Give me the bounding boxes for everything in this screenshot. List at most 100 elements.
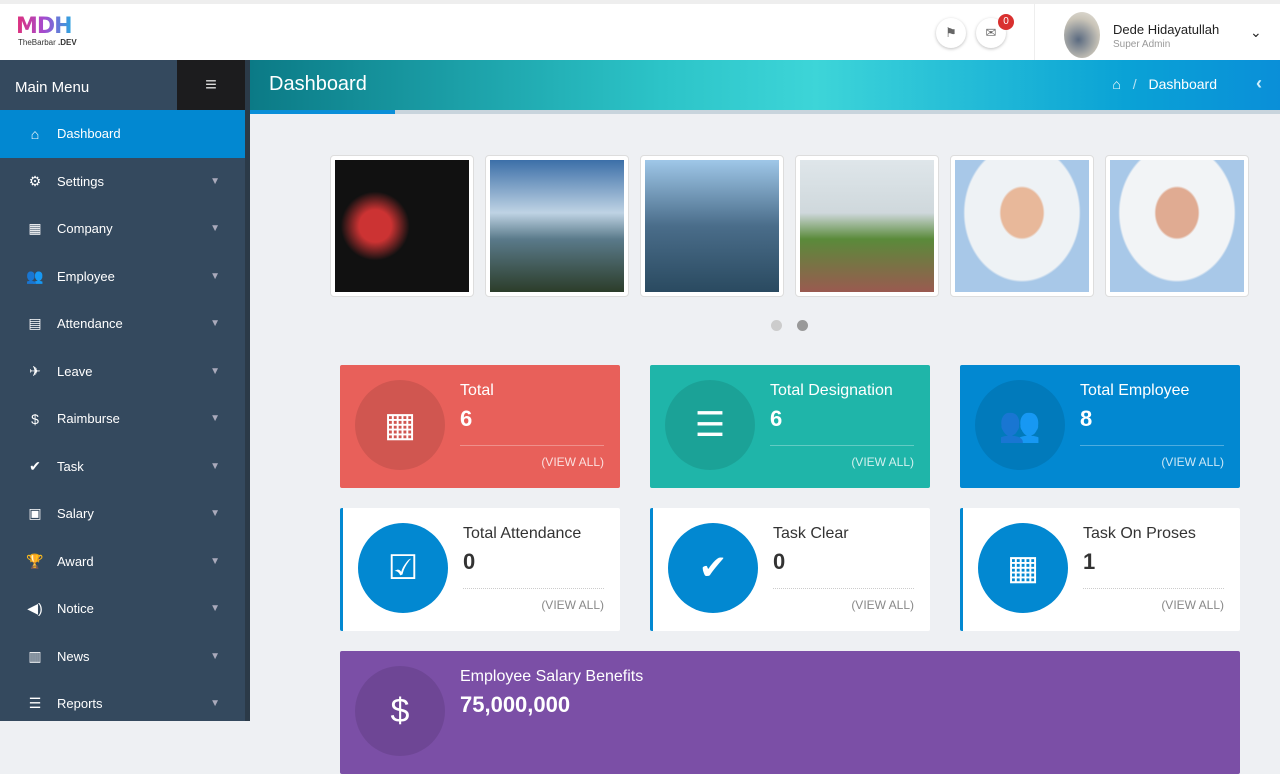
- page-title: Dashboard: [269, 73, 367, 95]
- chevron-down-icon: ▼: [210, 223, 220, 235]
- sidebar-item-label: Award: [57, 553, 94, 569]
- view-all-link[interactable]: (VIEW ALL): [851, 598, 914, 612]
- sidebar-item-salary[interactable]: ▣ Salary ▼: [0, 490, 245, 538]
- brand-logo[interactable]: MDH TheBarbar .DEV: [16, 14, 96, 50]
- page-header: Dashboard ⌂ / Dashboard ‹: [250, 60, 1280, 110]
- messages-button[interactable]: ✉ 0: [976, 14, 1014, 48]
- salary-icon: ▣: [28, 505, 42, 522]
- sidebar-item-award[interactable]: 🏆 Award ▼: [0, 538, 245, 586]
- sidebar-item-settings[interactable]: ⚙ Settings ▼: [0, 158, 245, 206]
- stat-card-employee-salary-benefits: $ Employee Salary Benefits 75,000,000: [340, 651, 1240, 774]
- chevron-down-icon: ▼: [210, 698, 220, 710]
- sidebar-item-label: Salary: [57, 506, 94, 522]
- carousel-photo[interactable]: [950, 155, 1094, 297]
- view-all-link[interactable]: (VIEW ALL): [1161, 455, 1224, 469]
- chevron-down-icon: ▼: [210, 270, 220, 282]
- stat-icon: ▦: [978, 523, 1068, 613]
- sidebar-item-task[interactable]: ✔ Task ▼: [0, 443, 245, 491]
- sidebar-item-dashboard[interactable]: ⌂ Dashboard: [0, 110, 245, 158]
- sidebar-item-news[interactable]: ▥ News ▼: [0, 633, 245, 681]
- avatar[interactable]: [1064, 12, 1100, 58]
- leave-icon: ✈: [29, 362, 41, 379]
- raimburse-icon: $: [31, 410, 39, 427]
- award-icon: 🏆: [26, 552, 44, 569]
- carousel-photo[interactable]: [330, 155, 474, 297]
- carousel-photo[interactable]: [1105, 155, 1249, 297]
- sidebar-item-attendance[interactable]: ▤ Attendance ▼: [0, 300, 245, 348]
- stat-icon: ✔: [668, 523, 758, 613]
- stat-value: 0: [463, 549, 476, 574]
- stat-card-total: ▦ Total 6 (VIEW ALL): [340, 365, 620, 488]
- employee-icon: 👥: [26, 267, 44, 284]
- stat-icon: ☑: [358, 523, 448, 613]
- carousel-dot[interactable]: [771, 320, 782, 331]
- sidebar: Main Menu ≡ ⌂ Dashboard ⚙ Settings ▼ ▦ Company…: [0, 60, 245, 721]
- breadcrumb: ⌂ / Dashboard: [1112, 76, 1217, 92]
- menu-toggle-button[interactable]: ≡: [177, 60, 245, 110]
- sidebar-item-label: Reports: [57, 696, 103, 712]
- chevron-down-icon: ▼: [210, 318, 220, 330]
- stat-value: 1: [1083, 549, 1096, 574]
- carousel-photo[interactable]: [485, 155, 629, 297]
- sidebar-item-company[interactable]: ▦ Company ▼: [0, 205, 245, 253]
- carousel-dot-active[interactable]: [797, 320, 808, 331]
- company-icon: ▦: [28, 220, 42, 237]
- sidebar-item-label: Settings: [57, 173, 104, 189]
- stat-card-total-attendance: ☑ Total Attendance 0 (VIEW ALL): [340, 508, 620, 631]
- sidebar-item-label: Raimburse: [57, 411, 120, 427]
- stat-value: 8: [1080, 406, 1093, 431]
- home-icon[interactable]: ⌂: [1112, 76, 1120, 92]
- sidebar-item-label: Leave: [57, 363, 93, 379]
- stat-icon: $: [355, 666, 445, 756]
- chevron-down-icon[interactable]: ⌄: [1250, 24, 1262, 41]
- stat-value: 0: [773, 549, 786, 574]
- sidebar-item-label: Attendance: [57, 316, 123, 332]
- user-name[interactable]: Dede Hidayatullah: [1113, 22, 1219, 37]
- chevron-down-icon: ▼: [210, 650, 220, 662]
- chevron-down-icon: ▼: [210, 460, 220, 472]
- sidebar-item-employee[interactable]: 👥 Employee ▼: [0, 253, 245, 301]
- sidebar-item-label: Dashboard: [57, 126, 121, 142]
- sidebar-item-raimburse[interactable]: $ Raimburse ▼: [0, 395, 245, 443]
- carousel-photo[interactable]: [640, 155, 784, 297]
- stat-value: 6: [770, 406, 783, 431]
- hamburger-icon: ≡: [205, 74, 217, 96]
- flag-button[interactable]: ⚑: [936, 18, 966, 48]
- stat-title: Task On Proses: [1083, 525, 1196, 542]
- stat-title: Employee Salary Benefits: [460, 668, 644, 685]
- top-bar: MDH TheBarbar .DEV ⚑ ✉ 0 Dede Hidayatullah…: [0, 0, 1280, 60]
- user-role: Super Admin: [1113, 39, 1171, 50]
- chevron-down-icon: ▼: [210, 555, 220, 567]
- view-all-link[interactable]: (VIEW ALL): [541, 598, 604, 612]
- stat-icon: ☰: [665, 380, 755, 470]
- sidebar-item-leave[interactable]: ✈ Leave ▼: [0, 348, 245, 396]
- chevron-down-icon: ▼: [210, 365, 220, 377]
- stat-title: Total Attendance: [463, 525, 582, 542]
- sidebar-item-label: Notice: [57, 601, 94, 617]
- stat-card-task-clear: ✔ Task Clear 0 (VIEW ALL): [650, 508, 930, 631]
- envelope-icon: ✉: [985, 25, 997, 40]
- stat-icon: 👥: [975, 380, 1065, 470]
- view-all-link[interactable]: (VIEW ALL): [1161, 598, 1224, 612]
- stat-value: 75,000,000: [460, 692, 571, 717]
- sidebar-item-label: Task: [57, 458, 84, 474]
- stat-icon: ▦: [355, 380, 445, 470]
- reports-icon: ☰: [28, 695, 42, 712]
- stat-value: 6: [460, 406, 473, 431]
- sidebar-item-notice[interactable]: ◀) Notice ▼: [0, 585, 245, 633]
- chevron-left-icon[interactable]: ‹: [1256, 73, 1262, 94]
- sidebar-item-label: Employee: [57, 268, 115, 284]
- breadcrumb-current[interactable]: Dashboard: [1149, 76, 1218, 92]
- stat-title: Task Clear: [773, 525, 849, 542]
- attendance-icon: ▤: [28, 315, 42, 332]
- sidebar-item-reports[interactable]: ☰ Reports ▼: [0, 680, 245, 728]
- view-all-link[interactable]: (VIEW ALL): [851, 455, 914, 469]
- stat-card-total-designation: ☰ Total Designation 6 (VIEW ALL): [650, 365, 930, 488]
- chevron-down-icon: ▼: [210, 175, 220, 187]
- stat-title: Total: [460, 382, 494, 399]
- view-all-link[interactable]: (VIEW ALL): [541, 455, 604, 469]
- settings-icon: ⚙: [28, 172, 42, 189]
- carousel-photo[interactable]: [795, 155, 939, 297]
- message-count-badge: 0: [998, 14, 1014, 30]
- chevron-down-icon: ▼: [210, 413, 220, 425]
